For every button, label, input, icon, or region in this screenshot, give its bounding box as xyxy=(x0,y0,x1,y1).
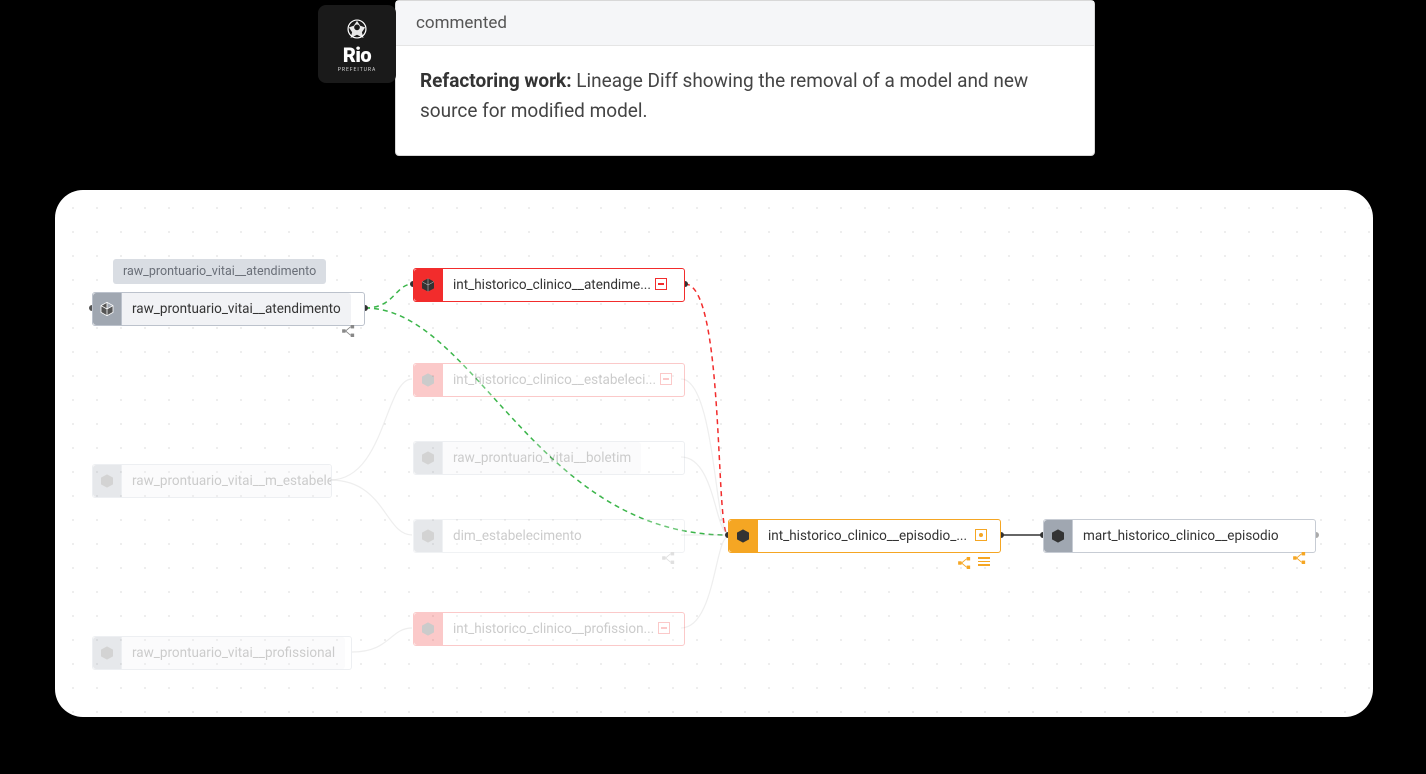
tree-icon xyxy=(1293,552,1307,568)
tree-icon xyxy=(662,552,676,568)
node-label: dim_estabelecimento xyxy=(442,520,592,552)
cube-icon xyxy=(729,520,757,552)
comment-card: commented Refactoring work: Lineage Diff… xyxy=(395,0,1095,156)
node-label: mart_historico_clinico__episodio xyxy=(1072,520,1289,552)
node-dim-estabelecimento[interactable]: dim_estabelecimento xyxy=(413,519,685,553)
node-label: raw_prontuario_vitai__profissional xyxy=(121,637,345,669)
logo-text: Rio xyxy=(343,45,371,65)
comment-title: Refactoring work: xyxy=(420,69,572,92)
tree-icon xyxy=(342,325,356,341)
minus-icon xyxy=(658,622,672,636)
minus-icon xyxy=(655,278,669,292)
dot-icon xyxy=(975,529,989,543)
lion-icon xyxy=(342,15,372,43)
node-footer-icons xyxy=(958,557,992,569)
minus-icon xyxy=(660,373,674,387)
node-label: int_historico_clinico__atendime... xyxy=(442,269,675,301)
node-label: raw_prontuario_vitai__boletim xyxy=(442,442,641,474)
node-raw-m-estabele[interactable]: raw_prontuario_vitai__m_estabele... xyxy=(92,464,332,498)
node-raw-profissional[interactable]: raw_prontuario_vitai__profissional xyxy=(92,636,352,670)
node-int-profission[interactable]: int_historico_clinico__profission... xyxy=(413,612,685,646)
node-label: raw_prontuario_vitai__atendimento xyxy=(121,293,351,325)
node-raw-boletim[interactable]: raw_prontuario_vitai__boletim xyxy=(413,441,685,475)
node-raw-atendimento[interactable]: raw_prontuario_vitai__atendimento xyxy=(92,292,365,326)
cube-icon xyxy=(414,613,442,645)
cube-icon xyxy=(93,293,121,325)
cube-icon xyxy=(93,465,121,497)
node-label: raw_prontuario_vitai__m_estabele... xyxy=(121,465,331,497)
cube-icon xyxy=(414,520,442,552)
node-label: int_historico_clinico__estabeleci... xyxy=(442,364,680,396)
cube-icon xyxy=(414,269,442,301)
cube-icon xyxy=(1044,520,1072,552)
rio-logo: Rio PREFEITURA xyxy=(318,5,396,83)
node-int-episodio[interactable]: int_historico_clinico__episodio_... xyxy=(728,519,1001,553)
cube-icon xyxy=(414,364,442,396)
lineage-canvas[interactable]: raw_prontuario_vitai__atendimento raw_pr… xyxy=(55,190,1373,717)
node-label: int_historico_clinico__profission... xyxy=(442,613,678,645)
logo-subtitle: PREFEITURA xyxy=(338,67,377,73)
comment-body: Refactoring work: Lineage Diff showing t… xyxy=(396,46,1094,155)
selected-node-label: raw_prontuario_vitai__atendimento xyxy=(113,259,326,284)
comment-header: commented xyxy=(396,1,1094,46)
cube-icon xyxy=(93,637,121,669)
list-icon xyxy=(978,557,992,569)
node-int-estabeleci[interactable]: int_historico_clinico__estabeleci... xyxy=(413,363,685,397)
cube-icon xyxy=(414,442,442,474)
node-mart-episodio[interactable]: mart_historico_clinico__episodio xyxy=(1043,519,1316,553)
node-label: int_historico_clinico__episodio_... xyxy=(757,520,995,552)
node-int-atendime[interactable]: int_historico_clinico__atendime... xyxy=(413,268,685,302)
